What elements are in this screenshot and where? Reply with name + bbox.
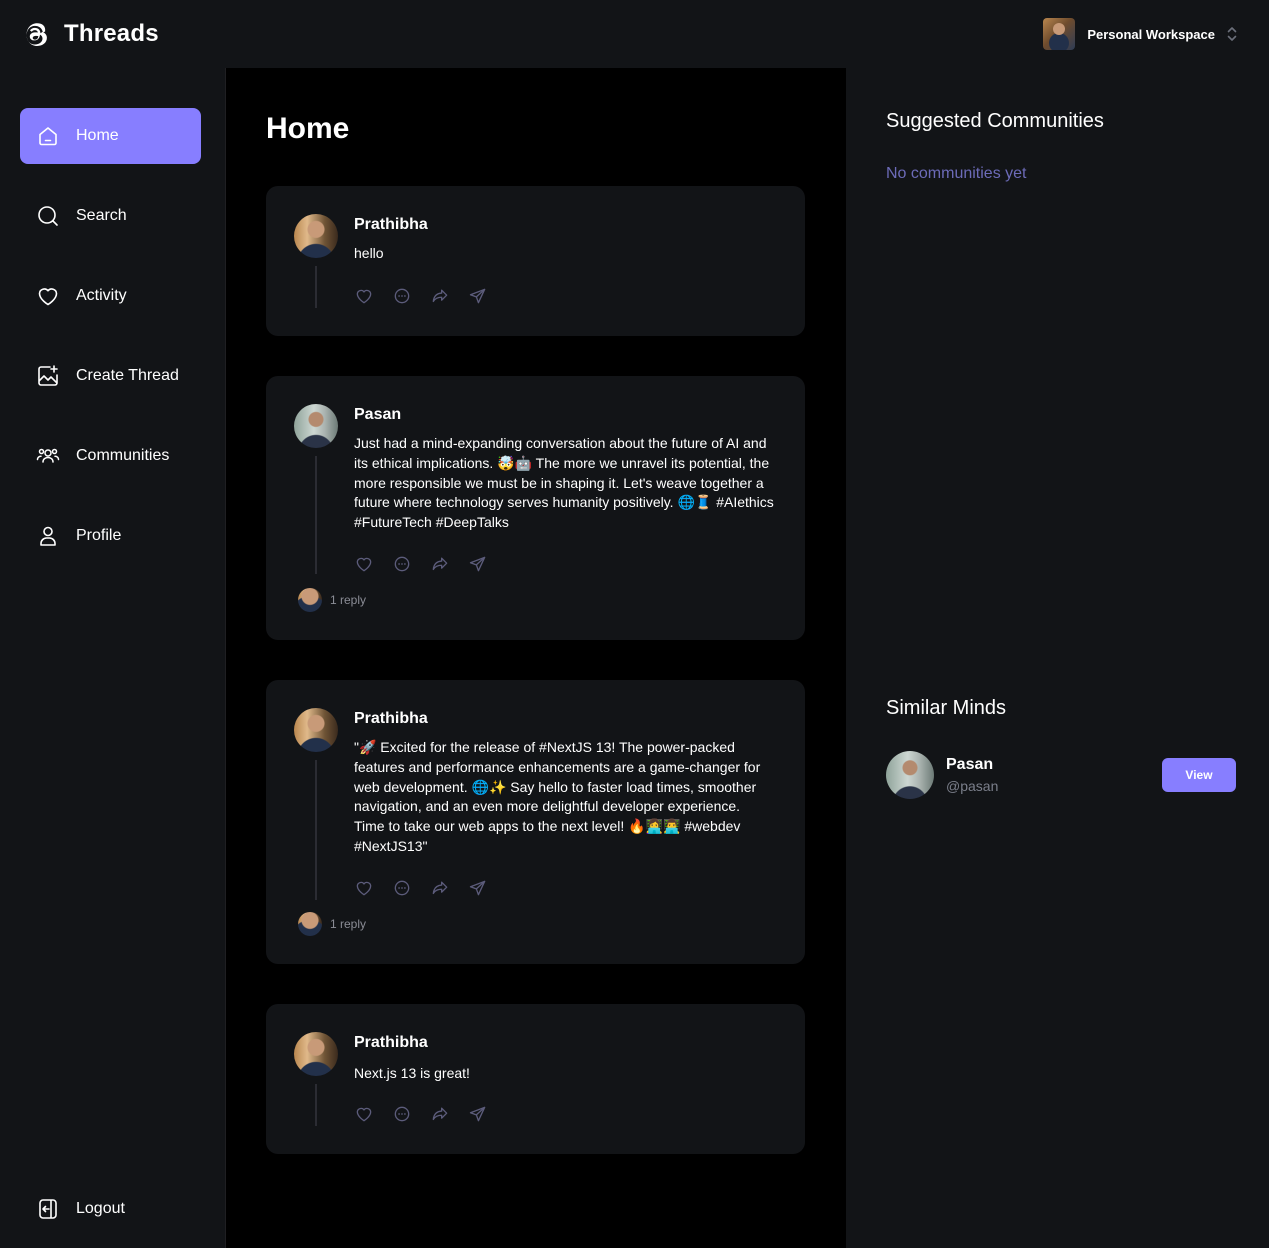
thread-line <box>315 456 317 574</box>
no-communities-note: No communities yet <box>886 165 1027 182</box>
thread-card: Prathibha "🚀 Excited for the release of … <box>266 680 805 964</box>
repost-icon[interactable] <box>430 286 450 306</box>
sidebar-item-label: Communities <box>76 447 170 464</box>
thread-author[interactable]: Prathibha <box>354 216 428 234</box>
sidebar-item-create-thread[interactable]: Create Thread <box>20 348 201 404</box>
like-icon[interactable] <box>354 1104 374 1124</box>
avatar[interactable] <box>294 404 338 448</box>
view-profile-button[interactable]: View <box>1162 758 1236 792</box>
logout-icon <box>36 1197 60 1221</box>
similar-minds-title: Similar Minds <box>886 697 1007 719</box>
reply-icon[interactable] <box>392 878 412 898</box>
thread-author[interactable]: Prathibha <box>354 710 428 728</box>
replies-link[interactable]: 1 reply <box>298 912 366 936</box>
thread-text: hello <box>354 245 384 261</box>
communities-icon <box>36 444 60 468</box>
thread-text: "🚀 Excited for the release of #NextJS 13… <box>354 739 761 854</box>
main-feed: Home Prathibha hello Pasan Just had a mi… <box>226 68 846 1248</box>
like-icon[interactable] <box>354 554 374 574</box>
workspace-name: Personal Workspace <box>1087 26 1215 42</box>
replies-link[interactable]: 1 reply <box>298 588 366 612</box>
profile-icon <box>36 524 60 548</box>
workspace-avatar <box>1043 18 1076 50</box>
home-icon <box>36 124 60 148</box>
user-handle: @pasan <box>946 778 999 794</box>
avatar[interactable] <box>294 1032 338 1076</box>
brand[interactable]: Threads <box>20 19 159 49</box>
sidebar-item-label: Profile <box>76 527 122 544</box>
thread-actions <box>354 1104 488 1124</box>
thread-text: Next.js 13 is great! <box>354 1065 470 1081</box>
create-thread-icon <box>36 364 60 388</box>
threads-logo-icon <box>20 19 50 49</box>
user-name: Pasan <box>946 756 994 773</box>
like-icon[interactable] <box>354 286 374 306</box>
share-icon[interactable] <box>468 286 488 306</box>
avatar[interactable] <box>294 708 338 752</box>
sidebar-item-profile[interactable]: Profile <box>20 508 201 564</box>
repost-icon[interactable] <box>430 878 450 898</box>
suggested-communities-title: Suggested Communities <box>886 110 1104 132</box>
thread-card: Prathibha hello <box>266 186 805 336</box>
reply-icon[interactable] <box>392 286 412 306</box>
thread-card: Prathibha Next.js 13 is great! <box>266 1004 805 1154</box>
logout-button[interactable]: Logout <box>20 1181 201 1237</box>
page-title: Home <box>266 112 350 145</box>
avatar[interactable] <box>294 214 338 258</box>
share-icon[interactable] <box>468 554 488 574</box>
repost-icon[interactable] <box>430 554 450 574</box>
app-name: Threads <box>64 20 159 47</box>
thread-actions <box>354 878 488 898</box>
sidebar-item-label: Activity <box>76 287 127 304</box>
repost-icon[interactable] <box>430 1104 450 1124</box>
thread-line <box>315 266 317 308</box>
thread-line <box>315 760 317 900</box>
share-icon[interactable] <box>468 1104 488 1124</box>
reply-avatar <box>298 912 322 936</box>
reply-avatar <box>298 588 322 612</box>
chevron-up-down-icon <box>1227 25 1237 43</box>
sidebar-item-activity[interactable]: Activity <box>20 268 201 324</box>
thread-author[interactable]: Prathibha <box>354 1034 428 1052</box>
heart-icon <box>36 284 60 308</box>
sidebar-item-search[interactable]: Search <box>20 188 201 244</box>
thread-actions <box>354 286 488 306</box>
workspace-switcher[interactable]: Personal Workspace <box>1043 18 1237 50</box>
left-sidebar: Home Search Activity Create Thread Commu… <box>0 68 226 1248</box>
share-icon[interactable] <box>468 878 488 898</box>
thread-line <box>315 1084 317 1126</box>
right-sidebar: Suggested Communities No communities yet… <box>846 68 1269 1248</box>
thread-actions <box>354 554 488 574</box>
sidebar-item-communities[interactable]: Communities <box>20 428 201 484</box>
sidebar-item-label: Home <box>76 127 119 144</box>
like-icon[interactable] <box>354 878 374 898</box>
top-bar: Threads Personal Workspace <box>0 0 1269 68</box>
logout-label: Logout <box>76 1200 125 1217</box>
sidebar-item-label: Search <box>76 207 127 224</box>
thread-card: Pasan Just had a mind-expanding conversa… <box>266 376 805 640</box>
similar-mind-item: Pasan @pasan View <box>886 751 1236 799</box>
sidebar-item-label: Create Thread <box>76 367 179 384</box>
avatar[interactable] <box>886 751 934 799</box>
reply-count: 1 reply <box>330 917 367 931</box>
search-icon <box>36 204 60 228</box>
thread-text: Just had a mind-expanding conversation a… <box>354 435 774 531</box>
reply-icon[interactable] <box>392 1104 412 1124</box>
reply-icon[interactable] <box>392 554 412 574</box>
sidebar-item-home[interactable]: Home <box>20 108 201 164</box>
reply-count: 1 reply <box>330 593 367 607</box>
thread-author[interactable]: Pasan <box>354 406 401 424</box>
